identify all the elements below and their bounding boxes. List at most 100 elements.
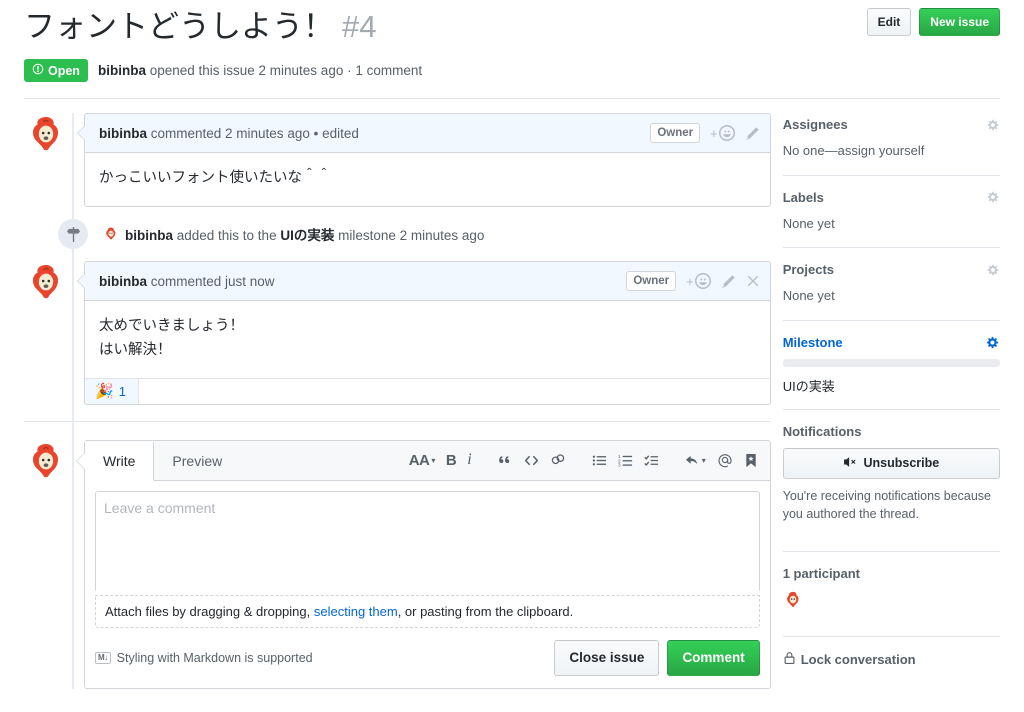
- comment-author[interactable]: bibinba: [99, 126, 147, 141]
- assignees-value[interactable]: No one—assign yourself: [783, 141, 1000, 161]
- comment-input[interactable]: [95, 490, 760, 591]
- participant-avatar[interactable]: [783, 590, 803, 610]
- comment-author[interactable]: bibinba: [99, 274, 147, 289]
- quote-icon[interactable]: [498, 453, 513, 468]
- comment-header: bibinba commented 2 minutes ago • edited…: [85, 114, 770, 154]
- add-reaction-icon[interactable]: +: [710, 125, 735, 142]
- sidebar-divider: [782, 408, 1000, 410]
- add-reaction-icon[interactable]: +: [686, 273, 711, 290]
- header-actions: Edit New issue: [866, 8, 1000, 36]
- issue-meta-text: bibinba opened this issue 2 minutes ago …: [98, 63, 422, 78]
- ordered-list-icon[interactable]: 123: [618, 453, 633, 468]
- sidebar-divider: [782, 247, 1000, 249]
- reaction-count: 1: [118, 383, 126, 399]
- close-icon[interactable]: [746, 274, 760, 288]
- issue-page: フォントどうしよう！ #4 Edit New issue Open bibinba…: [0, 0, 1024, 712]
- italic-icon[interactable]: i: [467, 451, 471, 469]
- sidebar-divider: [782, 174, 1000, 176]
- issue-open-icon: [32, 63, 44, 78]
- sidebar-section-notifications: Notifications Unsubscribe You're receivi…: [782, 423, 1000, 537]
- gear-icon[interactable]: [986, 263, 1000, 277]
- hooray-icon: 🎉: [95, 382, 114, 400]
- gear-icon[interactable]: [986, 118, 1000, 132]
- new-issue-button[interactable]: New issue: [919, 8, 1000, 36]
- task-list-icon[interactable]: [643, 453, 659, 468]
- timeline-divider: [24, 420, 771, 422]
- edit-comment-icon[interactable]: [745, 126, 760, 141]
- heading-icon[interactable]: AA ▾: [409, 452, 436, 469]
- unsubscribe-button[interactable]: Unsubscribe: [782, 447, 1000, 479]
- reply-icon[interactable]: ▾: [685, 453, 706, 468]
- page-title: フォントどうしよう！ #4: [24, 6, 376, 45]
- comment-line: はい解決！: [99, 341, 172, 358]
- unordered-list-icon[interactable]: [592, 453, 607, 468]
- comment-line: かっこいいフォント使いたいな＾＾: [99, 170, 331, 187]
- participants-heading: 1 participant: [783, 566, 1000, 581]
- gear-icon[interactable]: [986, 190, 1000, 204]
- edit-button[interactable]: Edit: [866, 8, 912, 36]
- issue-number: #4: [342, 9, 377, 44]
- avatar[interactable]: [24, 261, 68, 306]
- avatar[interactable]: [24, 439, 68, 484]
- timeline: bibinba commented 2 minutes ago • edited…: [24, 113, 771, 689]
- comment-author-line: bibinba commented just now: [99, 274, 275, 289]
- milestone-name[interactable]: UIの実装: [783, 376, 1000, 395]
- timeline-comment: bibinba commented 2 minutes ago • edited…: [24, 113, 771, 208]
- lock-conversation-button[interactable]: Lock conversation: [783, 651, 1000, 668]
- saved-replies-icon[interactable]: [744, 453, 758, 468]
- tab-preview[interactable]: Preview: [154, 442, 241, 480]
- avatar[interactable]: [24, 113, 68, 158]
- mention-icon[interactable]: [717, 452, 733, 468]
- issue-title-text: フォントどうしよう！: [24, 9, 334, 44]
- sidebar-section-participants: 1 participant: [783, 566, 1000, 624]
- milestone-progress-bar: [782, 358, 1000, 367]
- mini-avatar[interactable]: [103, 226, 119, 242]
- comment-form-footer: M↓ Styling with Markdown is supported Cl…: [85, 628, 770, 688]
- comment-form: Write Preview AA ▾ B i 1 2 3 ▾ Leave a c…: [84, 439, 771, 689]
- close-issue-button[interactable]: Close issue: [554, 639, 660, 676]
- bold-icon[interactable]: B: [446, 452, 457, 469]
- title-row: フォントどうしよう！ #4: [24, 6, 1000, 45]
- markdown-note-label: Styling with Markdown is supported: [116, 650, 313, 665]
- attach-prefix: Attach files by dragging & dropping,: [105, 603, 314, 619]
- comment-bubble-wrap: bibinba commented just now Owner + 太めでいき…: [77, 261, 771, 405]
- projects-value: None yet: [782, 288, 835, 304]
- event-milestone-name[interactable]: UIの実装: [280, 228, 334, 243]
- comment-line: 太めでいきましょう！: [99, 318, 244, 335]
- milestone-heading[interactable]: Milestone: [783, 335, 1000, 350]
- milestone-icon: [58, 219, 88, 250]
- comment-timestamp: commented just now: [147, 273, 275, 289]
- notifications-title: Notifications: [782, 423, 862, 439]
- event-sentence: bibinba added this to the UIの実装 mileston…: [125, 224, 484, 244]
- tab-write[interactable]: Write: [85, 440, 155, 481]
- event-actor[interactable]: bibinba: [125, 228, 173, 243]
- sidebar-section-assignees: Assignees No one—assign yourself: [783, 117, 1000, 175]
- issue-meta-rest: opened this issue 2 minutes ago · 1 comm…: [145, 63, 423, 79]
- sidebar-divider: [782, 550, 1000, 552]
- event-text-before: added this to the: [173, 228, 281, 244]
- attach-files-hint[interactable]: Attach files by dragging & dropping, sel…: [95, 594, 760, 628]
- sidebar-divider: [782, 635, 1000, 637]
- author-association-badge: Owner: [626, 271, 677, 292]
- link-icon[interactable]: [550, 452, 566, 468]
- projects-heading: Projects: [783, 262, 1000, 277]
- labels-heading: Labels: [783, 190, 1000, 205]
- markdown-note[interactable]: M↓ Styling with Markdown is supported: [95, 651, 313, 665]
- comment-button[interactable]: Comment: [667, 639, 760, 676]
- issue-header: フォントどうしよう！ #4 Edit New issue Open bibinba…: [0, 0, 1024, 100]
- toolbar-group-lists: 123: [592, 453, 659, 468]
- comment-timestamp: commented 2 minutes ago • edited: [147, 125, 359, 141]
- selecting-them-link[interactable]: selecting them: [314, 604, 398, 619]
- code-icon[interactable]: [524, 453, 539, 468]
- comment-author-line: bibinba commented 2 minutes ago • edited: [99, 126, 359, 141]
- issue-author[interactable]: bibinba: [98, 63, 146, 78]
- reaction-bar: 🎉 1: [85, 377, 770, 404]
- projects-title: Projects: [782, 262, 835, 278]
- edit-comment-icon[interactable]: [721, 274, 736, 289]
- gear-icon[interactable]: [985, 335, 1000, 350]
- participants-list: [783, 590, 1000, 610]
- reaction-hooray-button[interactable]: 🎉 1: [85, 378, 139, 404]
- comment-bubble: bibinba commented just now Owner + 太めでいき…: [77, 261, 771, 405]
- lock-icon: [783, 651, 796, 668]
- comment-body: かっこいいフォント使いたいな＾＾: [85, 153, 770, 206]
